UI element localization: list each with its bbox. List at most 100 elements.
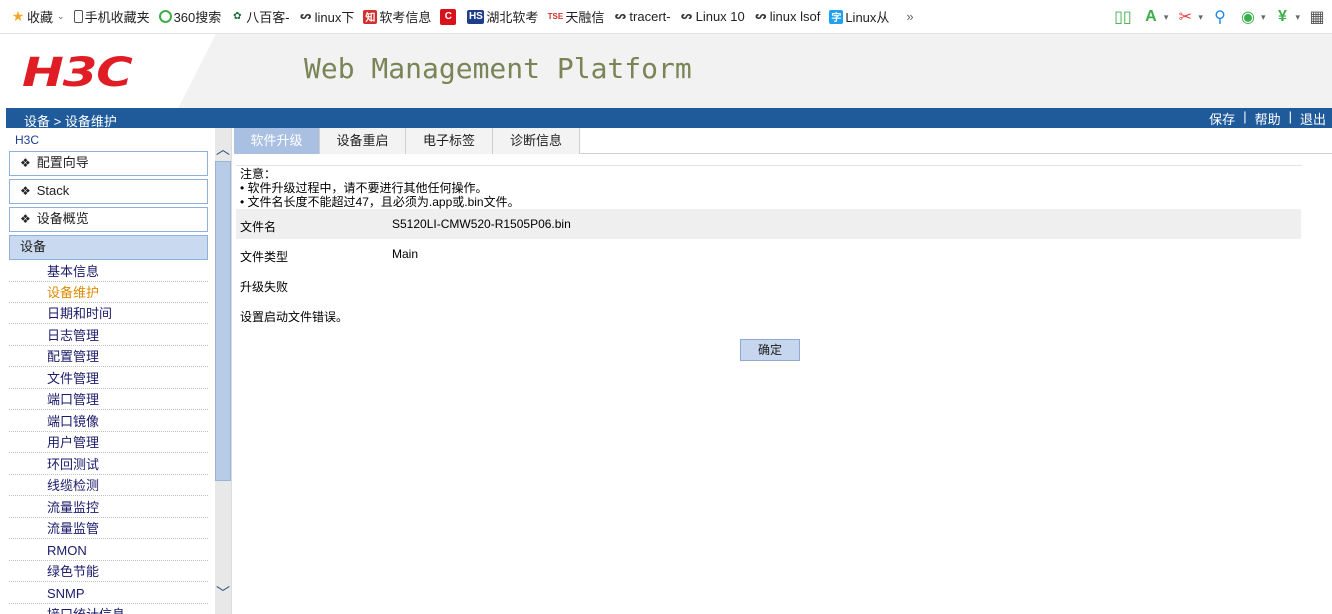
status-row: 升级失败 <box>236 269 1301 299</box>
separator: | <box>1288 109 1292 124</box>
sidebar-item-cable-test[interactable]: 线缆检测 <box>9 475 208 496</box>
sidebar-item-users[interactable]: 用户管理 <box>9 432 208 453</box>
phone-icon <box>73 10 83 23</box>
chevron-down-icon[interactable]: ▾ <box>1164 12 1169 23</box>
sidebar-item-config[interactable]: 配置管理 <box>9 346 208 367</box>
sidebar-group-wizard[interactable]: ❖ 配置向导 <box>9 151 208 176</box>
sidebar-item-basic-info[interactable]: 基本信息 <box>9 261 208 282</box>
diamond-icon: ❖ <box>20 212 31 226</box>
nav-links: 保存 | 帮助 | 退出 <box>1209 109 1326 128</box>
apps-grid-icon[interactable]: ▦ <box>1306 6 1328 28</box>
upgrade-status: 升级失败 <box>240 280 289 294</box>
notice: 注意： • 软件升级过程中，请不要进行其他任何操作。 • 文件名长度不能超过47… <box>240 167 520 209</box>
bookmarks-overflow-button[interactable]: » <box>903 6 919 28</box>
file-name-row: 文件名 S5120LI-CMW520-R1505P06.bin <box>236 209 1301 239</box>
ok-button[interactable]: 确定 <box>740 339 800 361</box>
c-logo-icon: C <box>440 8 457 25</box>
tab-electronic-label[interactable]: 电子标签 <box>406 128 493 154</box>
linux-icon: ᔕ <box>614 11 627 22</box>
topsec-icon: TSE <box>547 12 564 21</box>
bookmark-item[interactable]: ᔕ linux lsof <box>751 6 827 28</box>
search360-icon <box>158 10 172 23</box>
800-icon: ✿ <box>233 11 242 22</box>
sidebar: H3C ❖ 配置向导 ❖ Stack ❖ 设备概览 设备 基本信息 设备维护 日期和时… <box>6 128 232 614</box>
platform-title: Web Management Platform <box>304 52 692 85</box>
scrollbar-thumb[interactable] <box>215 161 231 481</box>
save-link[interactable]: 保存 <box>1209 109 1235 128</box>
notice-line: • 软件升级过程中，请不要进行其他任何操作。 <box>240 181 488 195</box>
sidebar-item-datetime[interactable]: 日期和时间 <box>9 303 208 324</box>
bookmark-item[interactable]: ᔕ linux下 <box>296 6 361 28</box>
bookmarks-bar: ★ 收藏 ⌄ 手机收藏夹 360搜索 ✿ 八百客- ᔕ linux下 知软考信息 C H… <box>0 0 1332 34</box>
navbar: 设备 > 设备维护 保存 | 帮助 | 退出 <box>6 108 1332 129</box>
file-name-value: S5120LI-CMW520-R1505P06.bin <box>392 217 571 231</box>
linux-icon: ᔕ <box>299 11 312 22</box>
error-message: 设置启动文件错误。 <box>240 310 349 324</box>
bookmark-item[interactable]: 360搜索 <box>156 6 228 28</box>
bookmark-item[interactable]: ᔕ Linux 10 <box>677 6 751 28</box>
sidebar-group-stack[interactable]: ❖ Stack <box>9 179 208 204</box>
tab-software-upgrade[interactable]: 软件升级 <box>234 128 320 154</box>
diamond-icon: ❖ <box>20 156 31 170</box>
sidebar-group-overview[interactable]: ❖ 设备概览 <box>9 207 208 232</box>
chevron-down-icon[interactable]: ▾ <box>1295 12 1300 23</box>
sidebar-scrollbar[interactable]: ︿ ﹀ <box>215 128 231 614</box>
bookmark-item[interactable]: 手机收藏夹 <box>71 6 156 28</box>
tab-diagnostics[interactable]: 诊断信息 <box>493 128 580 154</box>
bookmark-item[interactable]: C <box>437 6 464 28</box>
magnifier-icon[interactable]: ⚲ <box>1209 6 1231 28</box>
diamond-icon: ❖ <box>20 184 31 198</box>
linux-icon: ᔕ <box>755 11 767 22</box>
gamepad-icon[interactable]: ◉ <box>1237 6 1259 28</box>
logout-link[interactable]: 退出 <box>1300 109 1326 128</box>
exam-icon: 知 <box>363 9 378 24</box>
bookmark-item[interactable]: ᔕ tracert- <box>610 6 676 28</box>
main-content: 软件升级 设备重启 电子标签 诊断信息 注意： • 软件升级过程中，请不要进行其… <box>234 128 1332 614</box>
chevron-up-icon[interactable]: ︿ <box>215 140 231 158</box>
sidebar-item-snmp[interactable]: SNMP <box>9 583 208 604</box>
sidebar-item-port-mirror[interactable]: 端口镜像 <box>9 411 208 432</box>
bookmark-item[interactable]: ✿ 八百客- <box>227 6 295 28</box>
file-type-value: Main <box>392 247 419 261</box>
bookmark-item[interactable]: HS 湖北软考 <box>464 6 544 28</box>
sidebar-item-ports[interactable]: 端口管理 <box>9 389 208 410</box>
tab-bar: 软件升级 设备重启 电子标签 诊断信息 <box>234 128 1332 154</box>
sidebar-item-energy[interactable]: 绿色节能 <box>9 561 208 582</box>
bookmark-item[interactable]: 字 Linux从 <box>826 6 895 28</box>
tab-device-reboot[interactable]: 设备重启 <box>320 128 406 154</box>
bookmark-item[interactable]: 知软考信息 <box>360 6 437 28</box>
sidebar-item-rmon[interactable]: RMON <box>9 540 208 561</box>
bookmark-favorites[interactable]: ★ 收藏 ⌄ <box>8 6 71 28</box>
h3c-logo: H3C <box>22 50 133 96</box>
sidebar-item-interface-stats[interactable]: 接口统计信息 <box>9 604 208 614</box>
logo-area: H3C <box>6 34 216 108</box>
sidebar-group-device[interactable]: 设备 <box>9 235 208 260</box>
scissors-icon[interactable]: ✂ <box>1174 6 1196 28</box>
bookmark-item[interactable]: TSE 天融信 <box>544 6 610 28</box>
notice-line: • 文件名长度不能超过47，且必须为.app或.bin文件。 <box>240 195 520 209</box>
file-type-label: 文件类型 <box>240 250 289 264</box>
divider <box>236 165 1302 166</box>
help-link[interactable]: 帮助 <box>1255 109 1281 128</box>
reader-icon[interactable]: ▯▯ <box>1112 6 1134 28</box>
star-icon: ★ <box>11 8 25 24</box>
sidebar-item-traffic-monitor[interactable]: 流量监控 <box>9 497 208 518</box>
translate-icon[interactable]: A <box>1140 6 1162 28</box>
shield-icon[interactable]: ¥ <box>1271 6 1293 28</box>
sidebar-item-maintenance[interactable]: 设备维护 <box>9 282 208 303</box>
linux-icon: ᔕ <box>680 11 693 22</box>
sidebar-item-traffic-police[interactable]: 流量监管 <box>9 518 208 539</box>
toolbar-icons: ▯▯ A ▾ ✂ ▾ ⚲ ◉ ▾ ¥ ▾ ▦ <box>1112 6 1328 28</box>
sidebar-title: H3C <box>15 133 40 147</box>
file-name-label: 文件名 <box>240 220 277 234</box>
chevron-down-icon[interactable]: ▾ <box>1261 12 1266 23</box>
chevron-down-icon[interactable]: ▾ <box>1198 12 1203 23</box>
chevron-down-icon[interactable]: ﹀ <box>215 584 231 602</box>
file-type-row: 文件类型 Main <box>236 239 1301 269</box>
header: H3C Web Management Platform <box>6 34 1332 108</box>
book-icon: 字 <box>829 9 844 24</box>
sidebar-item-files[interactable]: 文件管理 <box>9 368 208 389</box>
sidebar-item-log[interactable]: 日志管理 <box>9 325 208 346</box>
notice-title: 注意： <box>240 167 277 181</box>
sidebar-item-loopback[interactable]: 环回测试 <box>9 454 208 475</box>
